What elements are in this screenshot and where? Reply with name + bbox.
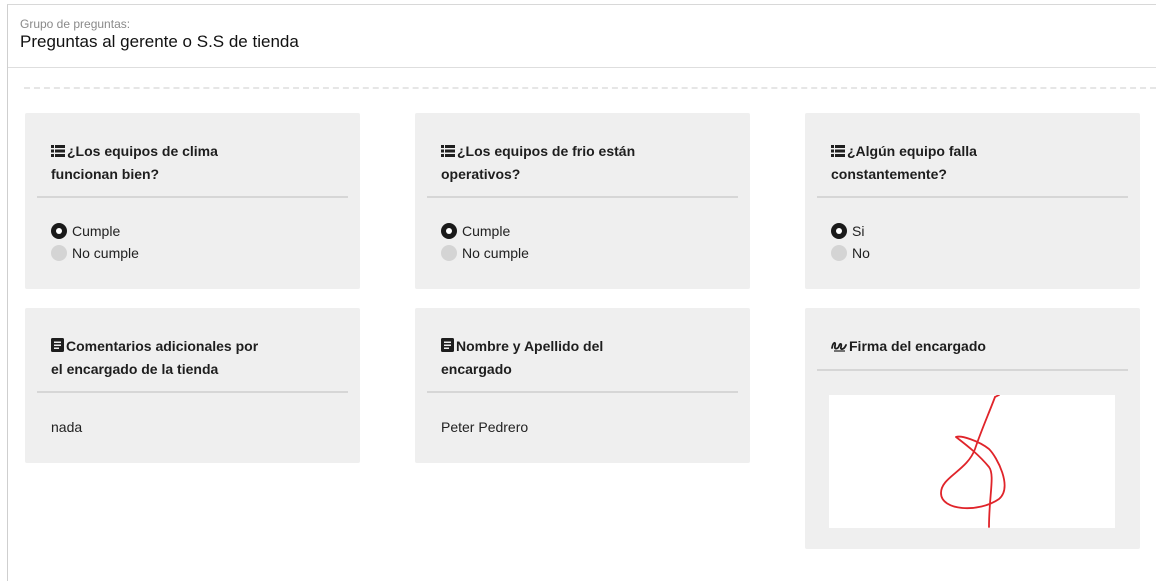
radio-label: No	[852, 245, 870, 261]
signature-pad	[829, 394, 1115, 528]
radio-label: No cumple	[462, 245, 529, 261]
radio-group: Cumple No cumple	[427, 220, 738, 264]
section-divider	[24, 87, 1156, 89]
card-divider	[817, 196, 1128, 198]
radio-option-no-cumple[interactable]: No cumple	[441, 242, 738, 264]
text-answer-card-nombre: Nombre y Apellido del encargado Peter Pe…	[415, 308, 750, 463]
radio-selected-icon[interactable]	[51, 223, 67, 239]
header-divider	[8, 67, 1156, 68]
signature-title-text: Firma del encargado	[849, 338, 986, 354]
document-icon	[51, 336, 64, 358]
radio-option-no[interactable]: No	[831, 242, 1128, 264]
radio-unselected-icon[interactable]	[51, 245, 67, 261]
radio-selected-icon[interactable]	[441, 223, 457, 239]
card-divider	[37, 196, 348, 198]
radio-selected-icon[interactable]	[831, 223, 847, 239]
radio-label: Si	[852, 223, 865, 239]
document-icon	[441, 336, 454, 358]
text-answer-card-comentarios: Comentarios adicionales por el encargado…	[25, 308, 360, 463]
card-divider	[817, 369, 1128, 371]
question-title-text: Comentarios adicionales por el encargado…	[51, 338, 259, 377]
question-title: ¿Los equipos de clima funcionan bien?	[37, 140, 271, 185]
question-title: Nombre y Apellido del encargado	[427, 335, 661, 380]
question-title-text: ¿Los equipos de clima funcionan bien?	[51, 143, 218, 182]
list-icon	[441, 141, 455, 163]
card-divider	[427, 391, 738, 393]
radio-option-no-cumple[interactable]: No cumple	[51, 242, 348, 264]
signature-card: Firma del encargado	[805, 308, 1140, 549]
radio-group: Cumple No cumple	[37, 220, 348, 264]
radio-unselected-icon[interactable]	[831, 245, 847, 261]
radio-option-cumple[interactable]: Cumple	[441, 220, 738, 242]
radio-label: Cumple	[72, 223, 121, 239]
question-title-text: Nombre y Apellido del encargado	[441, 338, 604, 377]
card-divider	[427, 196, 738, 198]
radio-label: No cumple	[72, 245, 139, 261]
question-card-frio: ¿Los equipos de frio están operativos? C…	[415, 113, 750, 289]
list-icon	[831, 141, 845, 163]
question-title-text: ¿Algún equipo falla constantemente?	[831, 143, 977, 182]
answer-value: nada	[51, 419, 83, 435]
answer-value: Peter Pedrero	[441, 419, 529, 435]
signature-title: Firma del encargado	[817, 335, 1091, 358]
radio-label: Cumple	[462, 223, 511, 239]
radio-option-si[interactable]: Si	[831, 220, 1128, 242]
question-card-falla: ¿Algún equipo falla constantemente? Si N…	[805, 113, 1140, 289]
question-card-clima: ¿Los equipos de clima funcionan bien? Cu…	[25, 113, 360, 289]
question-title: ¿Los equipos de frio están operativos?	[427, 140, 661, 185]
signature-icon	[831, 336, 847, 358]
signature-drawing	[940, 394, 1006, 528]
question-title: ¿Algún equipo falla constantemente?	[817, 140, 1051, 185]
radio-group: Si No	[817, 220, 1128, 264]
group-header: Grupo de preguntas: Preguntas al gerente…	[20, 17, 299, 52]
card-divider	[37, 391, 348, 393]
radio-unselected-icon[interactable]	[441, 245, 457, 261]
list-icon	[51, 141, 65, 163]
group-label: Grupo de preguntas:	[20, 17, 131, 31]
group-title: Preguntas al gerente o S.S de tienda	[20, 32, 299, 51]
question-title: Comentarios adicionales por el encargado…	[37, 335, 271, 380]
radio-option-cumple[interactable]: Cumple	[51, 220, 348, 242]
question-title-text: ¿Los equipos de frio están operativos?	[441, 143, 636, 182]
